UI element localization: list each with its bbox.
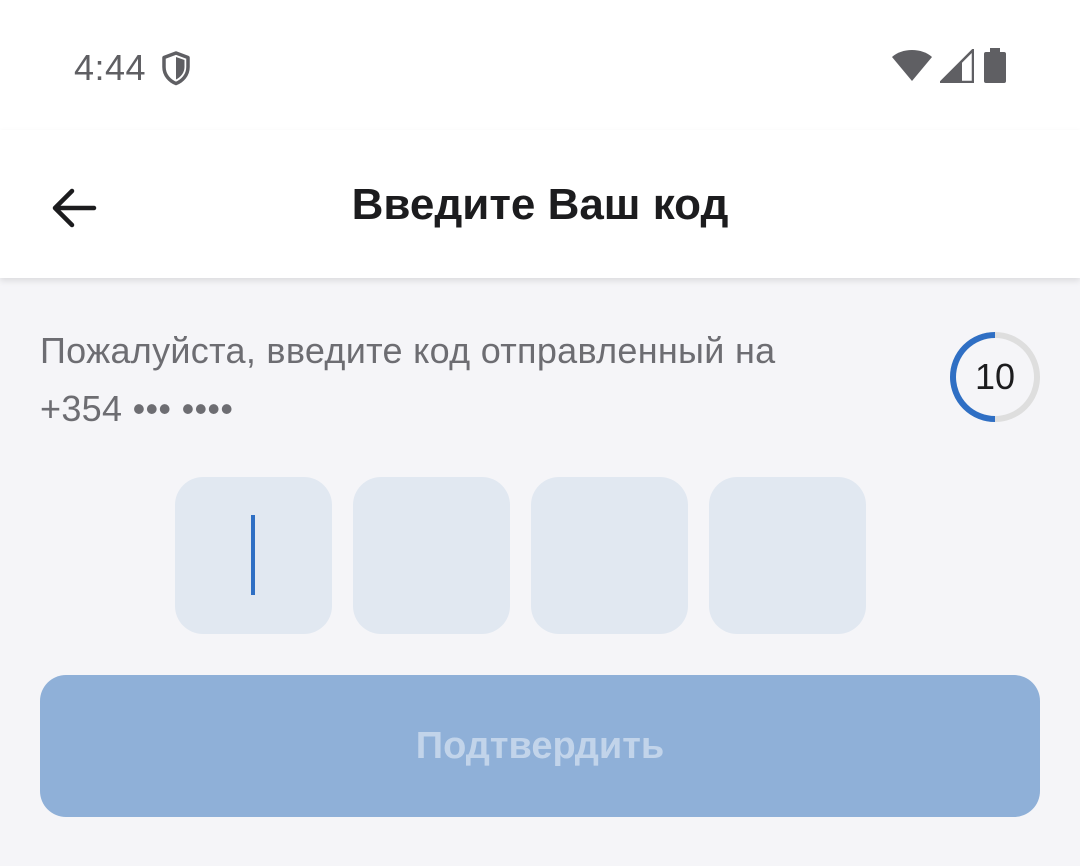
status-bar: 4:44	[0, 0, 1080, 130]
code-cell-4[interactable]	[709, 477, 866, 634]
shield-icon	[162, 51, 190, 86]
masked-phone-number: +354 ••• ••••	[40, 388, 234, 429]
status-time: 4:44	[74, 47, 147, 88]
battery-icon	[984, 48, 1006, 83]
signal-icon	[940, 49, 974, 83]
countdown-timer: 10	[948, 330, 1042, 424]
instruction-text: Пожалуйста, введите код отправленный на …	[40, 322, 920, 438]
main-content: Пожалуйста, введите код отправленный на …	[0, 278, 1080, 866]
code-cell-2[interactable]	[353, 477, 510, 634]
code-cell-3[interactable]	[531, 477, 688, 634]
code-input-group	[175, 477, 866, 634]
page-title: Введите Ваш код	[351, 180, 729, 229]
wifi-icon	[892, 50, 932, 81]
countdown-value: 10	[974, 356, 1016, 397]
code-cell-1[interactable]	[175, 477, 332, 634]
instruction-line: Пожалуйста, введите код отправленный на	[40, 330, 776, 371]
status-icons	[892, 48, 1008, 84]
app-bar: Введите Ваш код	[0, 130, 1080, 278]
confirm-button[interactable]: Подтвердить	[40, 675, 1040, 817]
